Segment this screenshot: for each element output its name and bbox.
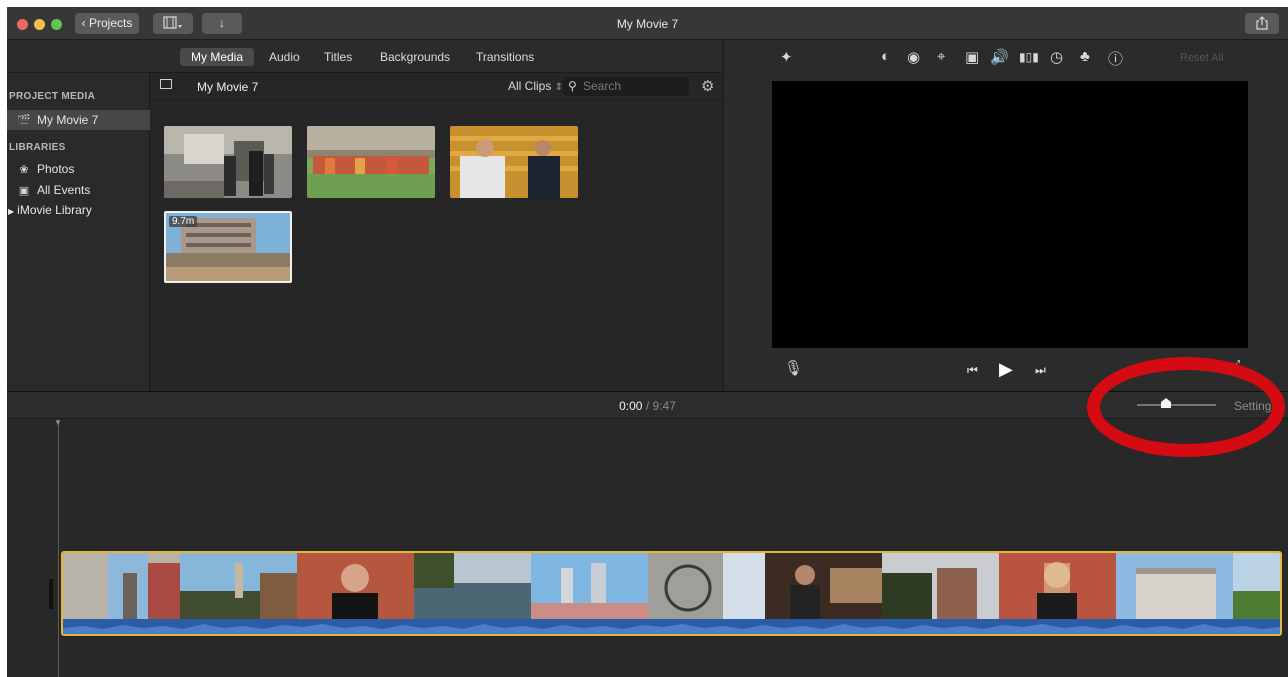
skip-forward-icon[interactable]: ⏭	[1035, 363, 1046, 378]
field-thumbnail-image	[307, 126, 435, 198]
equalizer-icon[interactable]: ▮▯▮	[1019, 50, 1039, 64]
filmstrip-frame	[63, 553, 180, 619]
clip-filter-icon[interactable]: ♣	[1080, 48, 1090, 65]
filmstrip-frame	[1233, 553, 1280, 619]
waveform-graphic	[63, 624, 1280, 634]
play-icon[interactable]: ▶	[999, 359, 1013, 380]
crop-icon[interactable]: ⌖	[937, 48, 945, 65]
color-palette-icon[interactable]: ◉	[907, 48, 920, 66]
interview-thumbnail-image	[450, 126, 578, 198]
media-clip-interview[interactable]	[450, 126, 578, 198]
media-browser: My Media Audio Titles Backgrounds Transi…	[7, 41, 722, 391]
libraries-heading: LIBRARIES	[9, 142, 66, 153]
red-highlight-circle	[1087, 357, 1285, 457]
timeline-area[interactable]: ▼	[7, 418, 1288, 677]
all-clips-label: All Clips	[508, 79, 552, 93]
clip-duration-badge: 9.7m	[169, 216, 198, 227]
window-title: My Movie 7	[616, 17, 679, 31]
speed-gauge-icon[interactable]: ◷	[1050, 48, 1063, 66]
photos-flower-icon: ❀	[19, 164, 29, 176]
tab-backgrounds[interactable]: Backgrounds	[369, 48, 461, 66]
updown-chevron-icon: ⇕	[554, 82, 564, 93]
all-clips-dropdown[interactable]: All Clips ⇕	[508, 79, 563, 93]
volume-icon[interactable]: 🔊	[990, 48, 1009, 66]
search-placeholder: Search	[583, 79, 622, 93]
filmstrip-frame	[648, 553, 765, 619]
audio-waveform	[63, 619, 1280, 634]
office-thumbnail-image	[164, 126, 292, 198]
search-input[interactable]: ⚲ Search	[563, 77, 689, 96]
media-clip-building[interactable]: 9.7m	[164, 211, 292, 283]
filmstrip-frame	[999, 553, 1116, 619]
microphone-icon[interactable]: 🎙	[784, 359, 803, 377]
viewer-panel: ✦ ◐ ◉ ⌖ ▣ 🔊 ▮▯▮ ◷ ♣ ⓘ Reset All 🎙 ⏮ ▶ ⏭ …	[723, 41, 1288, 391]
star-box-icon: ▣	[18, 185, 30, 197]
total-time: 9:47	[652, 399, 676, 413]
sidebar-item-label: iMovie Library	[17, 203, 92, 217]
disclosure-triangle-icon: ▶	[8, 207, 15, 216]
timeline-clip[interactable]	[61, 551, 1282, 636]
content-header: My Movie 7 All Clips ⇕ ⚲ Search ⚙	[150, 73, 722, 100]
libraries-sidebar: PROJECT MEDIA 🎬 My Movie 7 LIBRARIES ❀ Pho…	[7, 73, 150, 391]
magic-wand-icon[interactable]: ✦	[780, 48, 793, 66]
sidebar-item-all-events[interactable]: ▣ All Events	[7, 180, 150, 200]
time-separator: /	[645, 399, 650, 413]
info-icon[interactable]: ⓘ	[1108, 48, 1123, 69]
share-button[interactable]	[1245, 13, 1279, 34]
filmstrip-frame	[1116, 553, 1233, 619]
title-bar: ‹ Projects ↓ My Movie 7	[7, 7, 1288, 40]
skip-back-icon[interactable]: ⏮	[967, 363, 978, 378]
share-icon	[1256, 16, 1268, 30]
filmstrip-frame	[297, 553, 414, 619]
sidebar-item-label: Photos	[37, 162, 75, 176]
project-media-heading: PROJECT MEDIA	[9, 91, 96, 102]
browser-tab-bar: My Media Audio Titles Backgrounds Transi…	[7, 41, 722, 73]
clip-filmstrip	[63, 553, 1280, 619]
media-clip-team-field[interactable]	[307, 126, 435, 198]
sidebar-item-label: All Events	[37, 183, 91, 197]
current-time: 0:00	[619, 399, 643, 413]
reset-all-button[interactable]: Reset All	[1180, 52, 1223, 64]
filmstrip-frame	[531, 553, 648, 619]
filmstrip-frame	[414, 553, 531, 619]
tab-titles[interactable]: Titles	[313, 48, 363, 66]
clip-drag-handle[interactable]	[49, 579, 53, 609]
video-preview	[772, 81, 1248, 348]
search-icon: ⚲	[568, 79, 577, 93]
gear-icon[interactable]: ⚙	[701, 77, 714, 95]
filmstrip-frame	[765, 553, 882, 619]
sidebar-item-photos[interactable]: ❀ Photos	[7, 159, 150, 179]
playhead-marker-icon: ▼	[54, 418, 62, 427]
imovie-window: ‹ Projects ↓ My Movie 7 My Media Audio T…	[7, 7, 1288, 677]
tab-transitions[interactable]: Transitions	[465, 48, 545, 66]
sidebar-item-label: My Movie 7	[37, 113, 99, 127]
color-balance-icon[interactable]: ◐	[881, 48, 890, 65]
tab-audio[interactable]: Audio	[258, 48, 311, 66]
filmstrip-frame	[882, 553, 999, 619]
sidebar-toggle-icon[interactable]	[160, 79, 172, 89]
sidebar-item-my-movie[interactable]: 🎬 My Movie 7	[7, 110, 150, 130]
playhead[interactable]	[58, 419, 59, 677]
filmstrip-frame	[180, 553, 297, 619]
media-clip-office[interactable]	[164, 126, 292, 198]
clapperboard-icon: 🎬	[17, 115, 31, 127]
sidebar-item-imovie-library[interactable]: ▶ iMovie Library	[7, 200, 150, 220]
tab-my-media[interactable]: My Media	[180, 48, 255, 66]
camera-stabilize-icon[interactable]: ▣	[965, 48, 979, 66]
content-title: My Movie 7	[197, 80, 259, 94]
